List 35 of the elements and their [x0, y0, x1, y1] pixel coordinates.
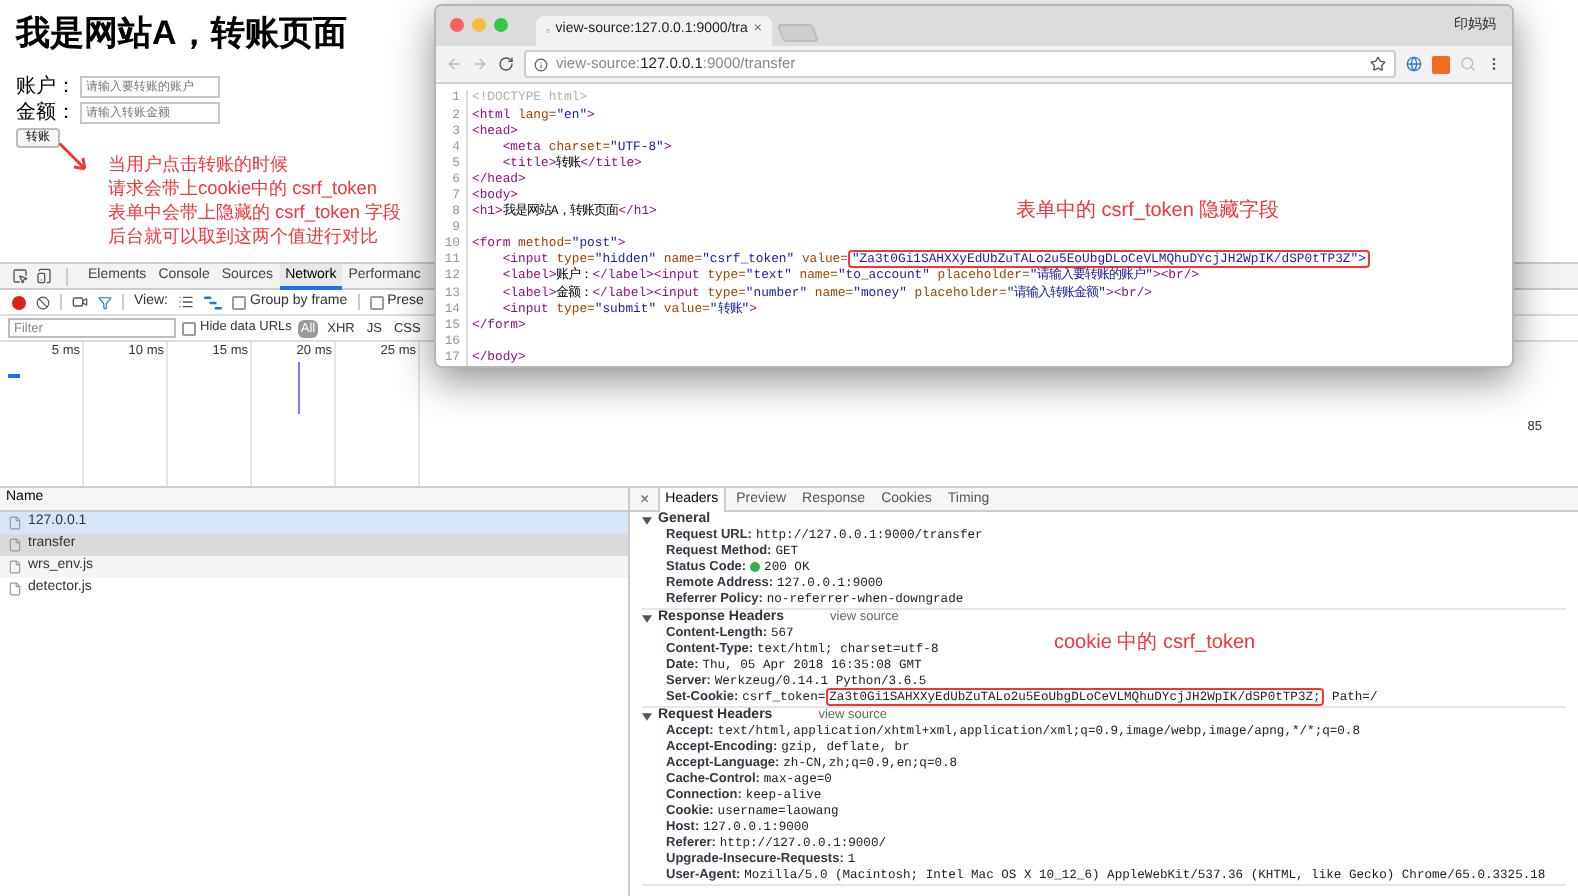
annotation-text: 后台就可以取到这两个值进行对比 — [108, 224, 378, 248]
file-icon — [8, 560, 22, 574]
globe-icon[interactable] — [1406, 56, 1422, 73]
file-icon — [8, 516, 22, 530]
extension-icon[interactable] — [1432, 55, 1450, 74]
checkbox[interactable] — [232, 295, 246, 309]
inspect-icon[interactable] — [12, 268, 28, 284]
close-button[interactable]: × — [636, 487, 654, 511]
disclosure-triangle-icon[interactable] — [642, 613, 652, 623]
arrow-icon — [56, 140, 92, 176]
record-icon[interactable] — [12, 295, 26, 309]
annotation-text: cookie 中的 csrf_token — [1054, 629, 1256, 658]
annotation-text: 请求会带上cookie中的 csrf_token — [108, 176, 377, 200]
disclosure-triangle-icon[interactable] — [642, 515, 652, 525]
device-icon[interactable] — [36, 268, 52, 284]
load-event-line — [298, 362, 300, 414]
annotation-text: 当用户点击转账的时候 — [108, 152, 288, 176]
checkbox[interactable] — [182, 321, 196, 335]
field-label: 金额： — [16, 102, 76, 124]
file-icon — [8, 582, 22, 596]
camera-icon[interactable] — [72, 294, 88, 310]
field-label: 账户： — [16, 76, 76, 98]
annotation-text: 表单中的 csrf_token 隐藏字段 — [1016, 197, 1280, 227]
annotation-text: 表单中会带上隐藏的 csrf_token 字段 — [108, 200, 401, 224]
list-view-icon[interactable] — [178, 294, 194, 310]
waterfall-icon[interactable] — [204, 295, 222, 309]
disclosure-triangle-icon[interactable] — [642, 711, 652, 721]
checkbox[interactable] — [369, 295, 384, 309]
reload-icon[interactable] — [498, 56, 514, 73]
info-icon[interactable] — [534, 57, 548, 72]
page-heading: 我是网站A，转账页面 — [16, 12, 347, 56]
file-icon — [8, 538, 22, 552]
filter-icon[interactable] — [98, 295, 112, 309]
bookmark-star-icon[interactable] — [1370, 56, 1386, 73]
clear-icon[interactable] — [36, 295, 50, 309]
